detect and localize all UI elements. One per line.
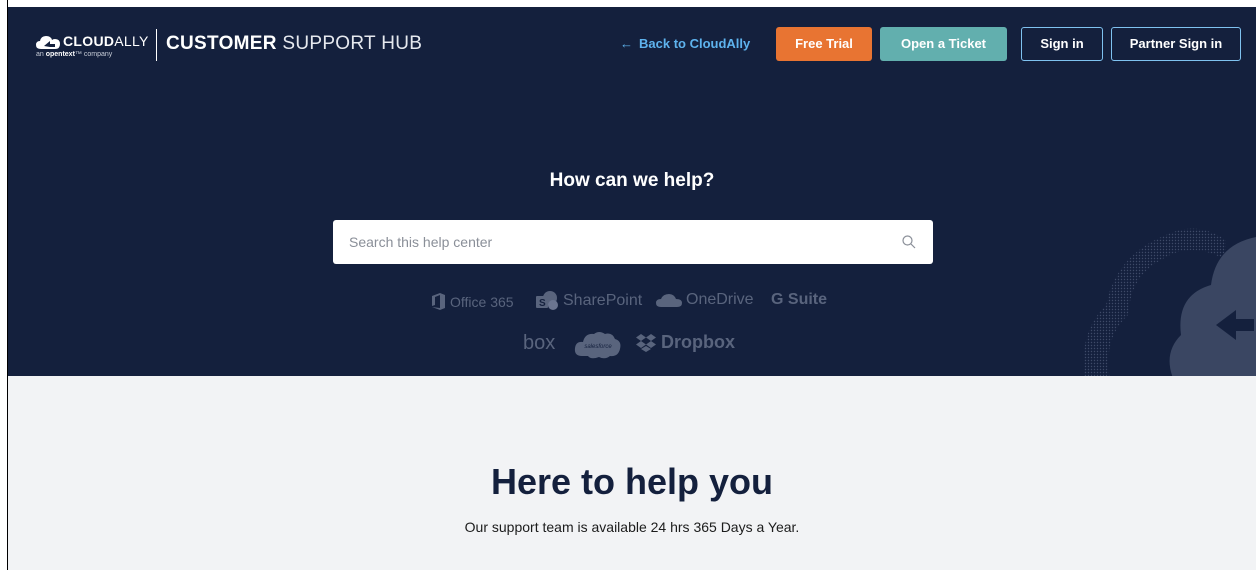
back-to-cloudally-link[interactable]: ← Back to CloudAlly [620,36,750,51]
salesforce-logo: salesforce [574,332,621,359]
search-input[interactable] [333,220,893,264]
brand-gsuite: G Suite [771,291,828,308]
arrow-left-icon: ← [620,36,633,51]
svg-text:S: S [539,298,546,309]
support-title: Here to help you [490,461,774,502]
brand-onedrive: OneDrive [656,291,754,309]
brand-office365: Office 365 [431,293,514,310]
svg-text:salesforce: salesforce [584,344,612,350]
open-ticket-button[interactable]: Open a Ticket [880,27,1007,61]
logo-tagline: an opentext™ company [36,51,113,58]
sign-in-button[interactable]: Sign in [1021,27,1103,61]
sharepoint-icon: S [536,291,558,310]
logo-divider [156,29,157,61]
logo-wordmark: CLOUDALLY [63,33,149,49]
support-subtitle: Our support team is available 24 hrs 365… [464,519,800,535]
cloudally-logo-icon [36,36,60,49]
partner-sign-in-button[interactable]: Partner Sign in [1111,27,1241,61]
support-section: Here to help you Our support team is ava… [8,376,1256,570]
brand-salesforce: salesforce [574,330,622,360]
onedrive-icon [656,294,682,307]
office365-icon [432,293,445,310]
brand-sharepoint: S SharePoint [535,291,642,311]
hub-title[interactable]: CUSTOMER SUPPORT HUB [166,33,422,55]
free-trial-button[interactable]: Free Trial [776,27,872,61]
brand-dropbox: Dropbox [635,332,735,353]
brand-box: box [523,332,556,354]
search-box[interactable] [333,220,933,264]
back-link-label: Back to CloudAlly [639,36,751,51]
hero-headline: How can we help? [549,170,715,191]
cloud-watermark-icon [1083,228,1256,376]
search-icon[interactable] [901,234,917,250]
hero-banner: CLOUDALLY an opentext™ company CUSTOMER … [8,7,1256,376]
dropbox-icon [636,333,656,352]
